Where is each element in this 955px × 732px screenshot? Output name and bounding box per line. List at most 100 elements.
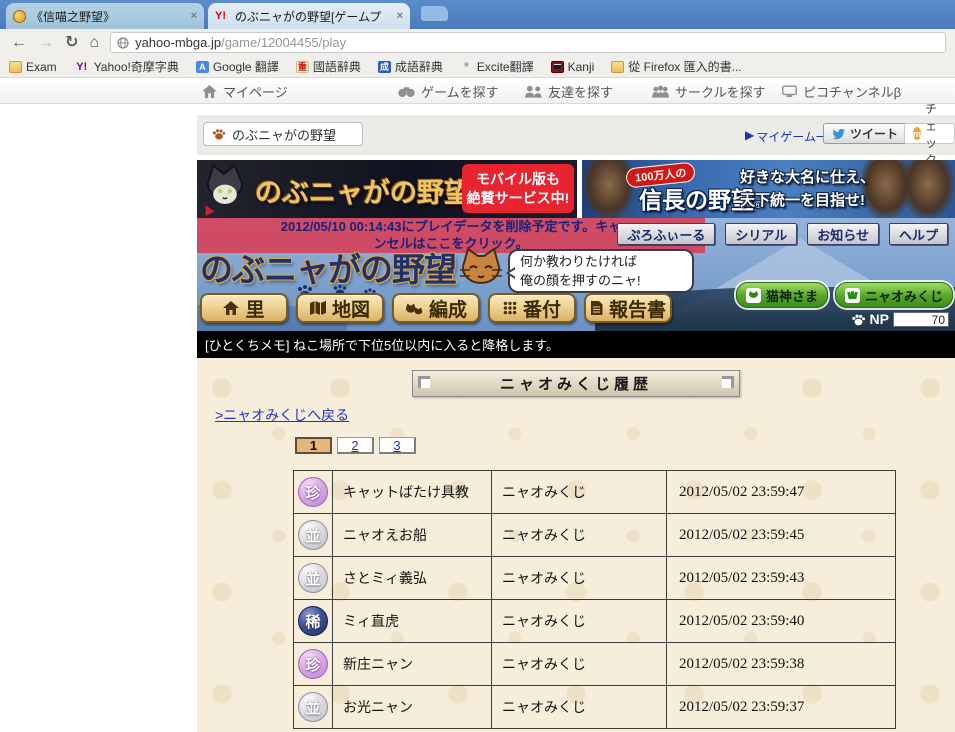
new-tab-button[interactable] [421, 6, 448, 21]
type-cell: ニャオみくじ [491, 556, 667, 600]
tab-close-icon[interactable]: × [397, 10, 403, 22]
name-cell: さとミィ義弘 [332, 556, 492, 600]
side-buttons: 猫神さま ニャオみくじ [735, 282, 953, 308]
nekogami-button[interactable]: 猫神さま [735, 282, 828, 308]
arrow-icon: ▶ [745, 128, 755, 142]
reload-icon[interactable]: ↻ [65, 34, 78, 51]
browser-window: 《信喵之野望》 × Y! のぶニャがの野望[ゲームプ × ← → ↻ ⌂ yah… [0, 0, 955, 732]
type-cell: ニャオみくじ [491, 513, 667, 557]
bookmark-kanji[interactable]: Kanji [550, 59, 595, 74]
tab-shinmyo-no-yabou[interactable]: 《信喵之野望》 × [6, 3, 204, 29]
game-title-box[interactable]: のぶニャがの野望 [203, 122, 363, 146]
back-to-mikuji-link[interactable]: >ニャオみくじへ戻る [215, 405, 349, 425]
banner-title-text: 信長の野望 [639, 187, 754, 213]
time-cell: 2012/05/02 23:59:38 [666, 642, 896, 686]
nav-label: マイページ [223, 85, 288, 100]
bubble-line: 絶賛サービス中! [466, 189, 570, 206]
forward-icon[interactable]: → [38, 34, 54, 51]
bookmark-label: Kanji [567, 59, 595, 74]
report-button[interactable]: 報告書 [584, 293, 672, 323]
nyao-mikuji-button[interactable]: ニャオみくじ [834, 282, 953, 308]
game-top-area: 2012/05/10 00:14:43にプレイデータを削除予定です。キャ ンセル… [197, 218, 955, 331]
bookmark-firefox-import[interactable]: 從 Firefox 匯入的書... [611, 58, 742, 75]
game-utility-buttons: ぷろふぃーる シリアル お知らせ ヘルプ [617, 223, 948, 245]
tab-nobunyaga-no-yabou[interactable]: Y! のぶニャがの野望[ゲームプ × [208, 3, 410, 29]
time-cell: 2012/05/02 23:59:43 [666, 556, 896, 600]
address-bar[interactable]: yahoo-mbga.jp/game/12004455/play [110, 32, 946, 53]
serial-button[interactable]: シリアル [725, 223, 798, 245]
page-1-button[interactable]: 1 [295, 437, 332, 454]
bookmark-seigo-dict[interactable]: 成成語辭典 [377, 58, 443, 75]
idiom-dict-icon: 成 [377, 60, 391, 73]
back-icon[interactable]: ← [11, 34, 27, 51]
map-button[interactable]: 地図 [296, 293, 384, 323]
bookmark-google-translate[interactable]: A Google 翻譯 [195, 58, 279, 75]
formation-button[interactable]: 編成 [392, 293, 480, 323]
name-cell: ニャオえお船 [332, 513, 492, 557]
rarity-badge: 並 [298, 563, 328, 593]
bookmark-excite-translate[interactable]: * Excite翻譯 [460, 58, 534, 75]
type-cell: ニャオみくじ [491, 599, 667, 643]
profile-button[interactable]: ぷろふぃーる [617, 223, 716, 245]
fortune-cards-icon [844, 287, 860, 303]
bookmarks-bar: Exam Y! Yahoo!奇摩字典 A Google 翻譯 重國語辭典 成成語辭典… [0, 56, 955, 78]
rarity-badge: 稀 [298, 606, 328, 636]
folder-icon [9, 60, 22, 73]
game-nav-buttons: 里 地図 編成 番付 報告書 [200, 293, 672, 323]
mixi-check-button[interactable]: m チェック [904, 102, 955, 167]
rarity-cell: 稀 [293, 599, 333, 643]
nav-button-label: 番付 [522, 299, 561, 321]
cat-helper-button[interactable] [458, 246, 504, 292]
monitor-icon [782, 85, 797, 98]
yahoo-icon: Y! [76, 60, 88, 73]
banner-mobile-version[interactable]: のぶニャがの野望 モバイル版も 絶賛サービス中! [197, 160, 577, 218]
rarity-cell: 珍 [293, 470, 333, 514]
side-button-label: 猫神さま [765, 288, 818, 304]
bookmark-label: 國語辭典 [312, 60, 361, 74]
table-row: 珍 キャットばたけ具教 ニャオみくじ 2012/05/02 23:59:47 [293, 470, 896, 514]
group-icon [652, 85, 669, 98]
table-row: 稀 ミィ直虎 ニャオみくじ 2012/05/02 23:59:40 [293, 599, 896, 643]
nav-find-friends[interactable]: 友達を探す [525, 82, 613, 101]
memo-bar: [ひとくちメモ] ねこ場所で下位5位以内に入ると降格します。 [197, 331, 955, 358]
table-row: 並 お光ニャン ニャオみくじ 2012/05/02 23:59:37 [293, 685, 896, 729]
bookmark-kokugo-dict[interactable]: 重國語辭典 [295, 58, 361, 75]
page-2-button[interactable]: 2 [337, 437, 374, 454]
bookmark-exam[interactable]: Exam [9, 60, 57, 74]
name-cell: お光ニャン [332, 685, 492, 729]
np-value: 70 [893, 311, 949, 327]
ranking-button[interactable]: 番付 [488, 293, 576, 323]
nav-mypage[interactable]: マイページ [202, 82, 288, 101]
bookmark-label: Yahoo!奇摩字典 [93, 60, 179, 74]
game-title: のぶニャがの野望 [232, 127, 337, 143]
home-icon[interactable]: ⌂ [89, 34, 99, 51]
rarity-cell: 珍 [293, 642, 333, 686]
table-row: 並 さとミィ義弘 ニャオみくじ 2012/05/02 23:59:43 [293, 556, 896, 600]
nav-find-games[interactable]: ゲームを探す [398, 82, 499, 101]
rarity-cell: 並 [293, 685, 333, 729]
nav-find-circles[interactable]: サークルを探す [652, 82, 766, 101]
bubble-line: モバイル版も [476, 170, 560, 187]
mikuji-history-table: 珍 キャットばたけ具教 ニャオみくじ 2012/05/02 23:59:47 並… [293, 470, 896, 729]
help-button[interactable]: ヘルプ [888, 223, 948, 245]
table-row: 並 ニャオえお船 ニャオみくじ 2012/05/02 23:59:45 [293, 513, 896, 557]
cat-god-icon [745, 287, 761, 303]
memo-text: [ひとくちメモ] ねこ場所で下位5位以内に入ると降格します。 [205, 338, 559, 353]
tweet-button[interactable]: ツイート [823, 123, 908, 144]
banner-nobunaga-ambition[interactable]: 100万人の 信長の野望® 好きな大名に仕え、 天下統一を目指せ! [582, 160, 955, 218]
browser-toolbar: ← → ↻ ⌂ yahoo-mbga.jp/game/12004455/play [0, 29, 955, 56]
page-3-button[interactable]: 3 [379, 437, 416, 454]
time-cell: 2012/05/02 23:59:47 [666, 470, 896, 514]
tab-close-icon[interactable]: × [191, 10, 197, 22]
np-counter: NP 70 [851, 311, 949, 327]
section-header: ニャオみくじ履歴 [412, 370, 740, 397]
news-button[interactable]: お知らせ [807, 223, 879, 245]
url-path: /game/12004455/play [221, 35, 347, 50]
bookmark-yahoo-dict[interactable]: Y! Yahoo!奇摩字典 [74, 58, 179, 75]
nav-pico-channel[interactable]: ピコチャンネルβ [782, 82, 901, 101]
tab-bar: 《信喵之野望》 × Y! のぶニャがの野望[ゲームプ × [0, 0, 955, 29]
tab-title: 《信喵之野望》 [31, 9, 116, 24]
village-button[interactable]: 里 [200, 293, 288, 323]
nav-button-label: 里 [245, 299, 265, 321]
dictionary-icon: 重 [295, 60, 309, 73]
